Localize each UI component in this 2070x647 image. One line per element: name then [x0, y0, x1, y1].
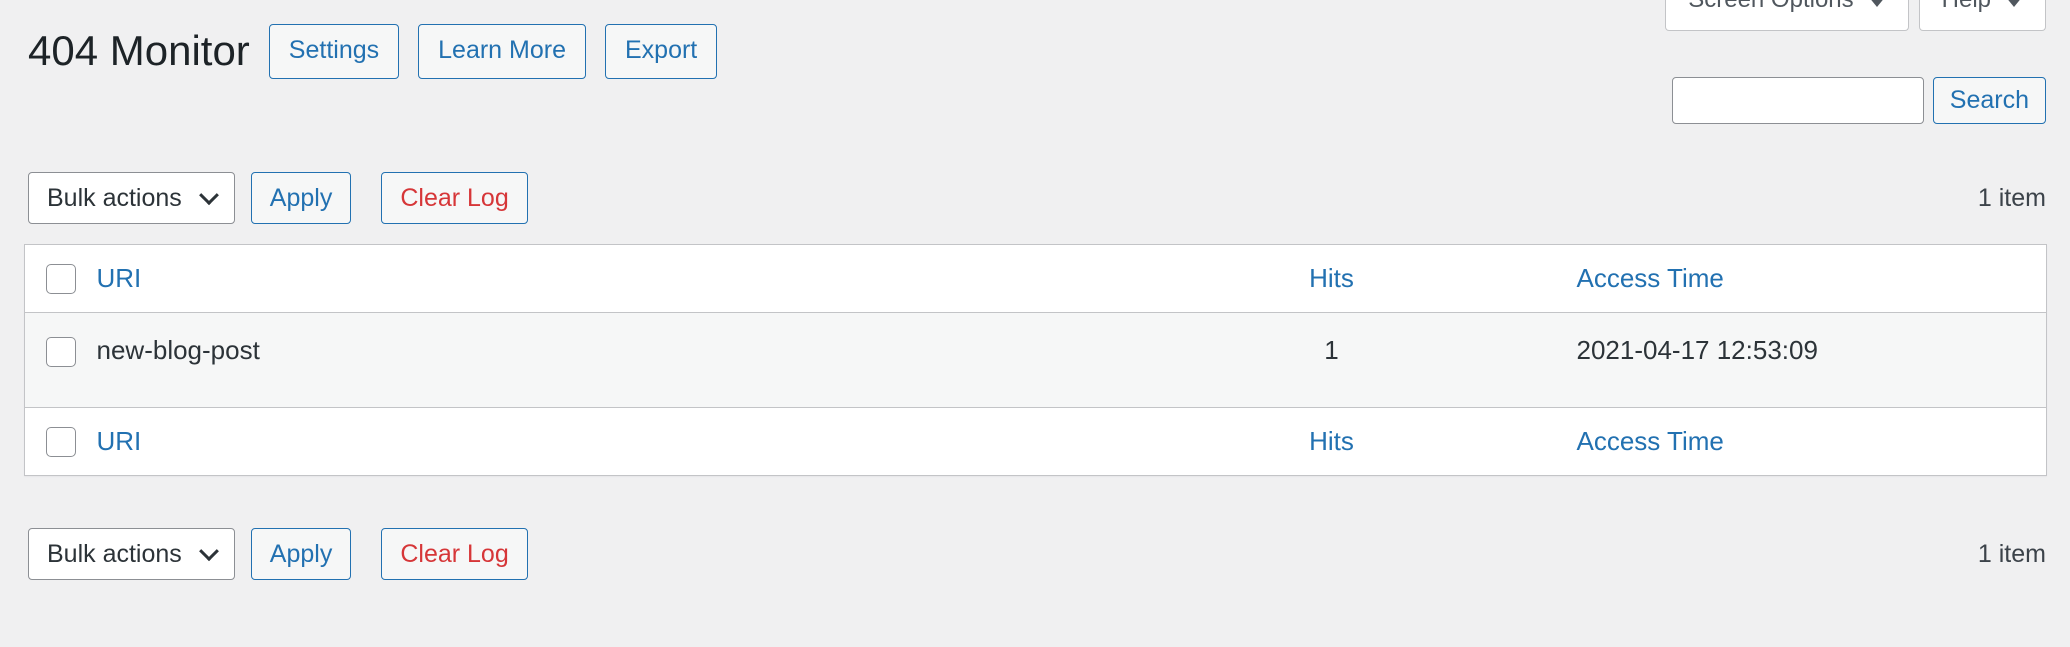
select-all-checkbox-top[interactable]: [45, 263, 76, 294]
search-input[interactable]: [1671, 77, 1924, 124]
settings-button[interactable]: Settings: [268, 24, 400, 79]
admin-page: Screen Options Help 404 Monitor Settings…: [0, 0, 2070, 647]
sort-link-uri-footer[interactable]: URI: [97, 426, 142, 456]
select-all-footer: [24, 407, 97, 476]
chevron-down-icon: [1867, 0, 1886, 7]
page-title: 404 Monitor: [28, 27, 250, 75]
bulk-actions-label: Bulk actions: [47, 539, 182, 568]
table-body: new-blog-post 1 2021-04-17 12:53:09: [24, 312, 2047, 409]
sort-link-uri[interactable]: URI: [97, 263, 142, 293]
displaying-num-bottom: 1 item: [1977, 539, 2046, 568]
apply-button-bottom[interactable]: Apply: [250, 528, 352, 580]
sort-link-hits[interactable]: Hits: [1309, 263, 1354, 293]
chevron-down-icon: [2005, 0, 2023, 7]
column-footer-access-time: Access Time: [1576, 407, 2047, 476]
row-checkbox[interactable]: [45, 337, 76, 368]
apply-button-top[interactable]: Apply: [250, 172, 352, 224]
bulk-actions-select-top[interactable]: Bulk actions: [28, 172, 235, 224]
displaying-num-top: 1 item: [1977, 183, 2046, 212]
404-log-table: URI Hits Access Time new-blog-post 1 202…: [24, 244, 2047, 477]
sort-link-access-time[interactable]: Access Time: [1577, 263, 1724, 293]
sort-link-access-time-footer[interactable]: Access Time: [1577, 426, 1724, 456]
screen-meta-links: Screen Options Help: [1665, 0, 2046, 31]
select-all-checkbox-bottom[interactable]: [45, 426, 76, 457]
column-footer-hits: Hits: [1086, 407, 1577, 476]
select-all-header: [24, 244, 97, 313]
tablenav-bottom: Bulk actions Apply Clear Log 1 item: [28, 528, 2046, 580]
column-header-hits: Hits: [1086, 244, 1577, 313]
search-button[interactable]: Search: [1932, 77, 2046, 124]
help-label: Help: [1942, 0, 1991, 12]
table-header-row: URI Hits Access Time: [24, 244, 2047, 313]
cell-access-time: 2021-04-17 12:53:09: [1576, 312, 2047, 409]
column-header-access-time: Access Time: [1576, 244, 2047, 313]
column-footer-uri: URI: [96, 407, 1087, 476]
sort-link-hits-footer[interactable]: Hits: [1309, 426, 1354, 456]
bulk-actions-label: Bulk actions: [47, 183, 182, 212]
chevron-down-icon: [198, 185, 219, 206]
learn-more-button[interactable]: Learn More: [418, 24, 586, 79]
table-foot: URI Hits Access Time: [24, 407, 2047, 476]
screen-options-label: Screen Options: [1688, 0, 1853, 12]
table-row[interactable]: new-blog-post 1 2021-04-17 12:53:09: [24, 312, 2047, 409]
help-button[interactable]: Help: [1918, 0, 2046, 31]
column-header-uri: URI: [96, 244, 1087, 313]
page-header: 404 Monitor Settings Learn More Export: [28, 24, 718, 79]
row-select-cell: [24, 312, 97, 409]
tablenav-top: Bulk actions Apply Clear Log 1 item: [28, 172, 2046, 224]
clear-log-button-top[interactable]: Clear Log: [381, 172, 528, 224]
cell-hits: 1: [1086, 312, 1577, 409]
search-form: Search: [1671, 77, 2046, 124]
chevron-down-icon: [198, 541, 219, 562]
export-button[interactable]: Export: [605, 24, 718, 79]
table-footer-row: URI Hits Access Time: [24, 407, 2047, 476]
screen-options-button[interactable]: Screen Options: [1665, 0, 1909, 31]
bulk-actions-select-bottom[interactable]: Bulk actions: [28, 528, 235, 580]
cell-uri: new-blog-post: [96, 312, 1087, 409]
table-head: URI Hits Access Time: [24, 244, 2047, 313]
clear-log-button-bottom[interactable]: Clear Log: [381, 528, 528, 580]
